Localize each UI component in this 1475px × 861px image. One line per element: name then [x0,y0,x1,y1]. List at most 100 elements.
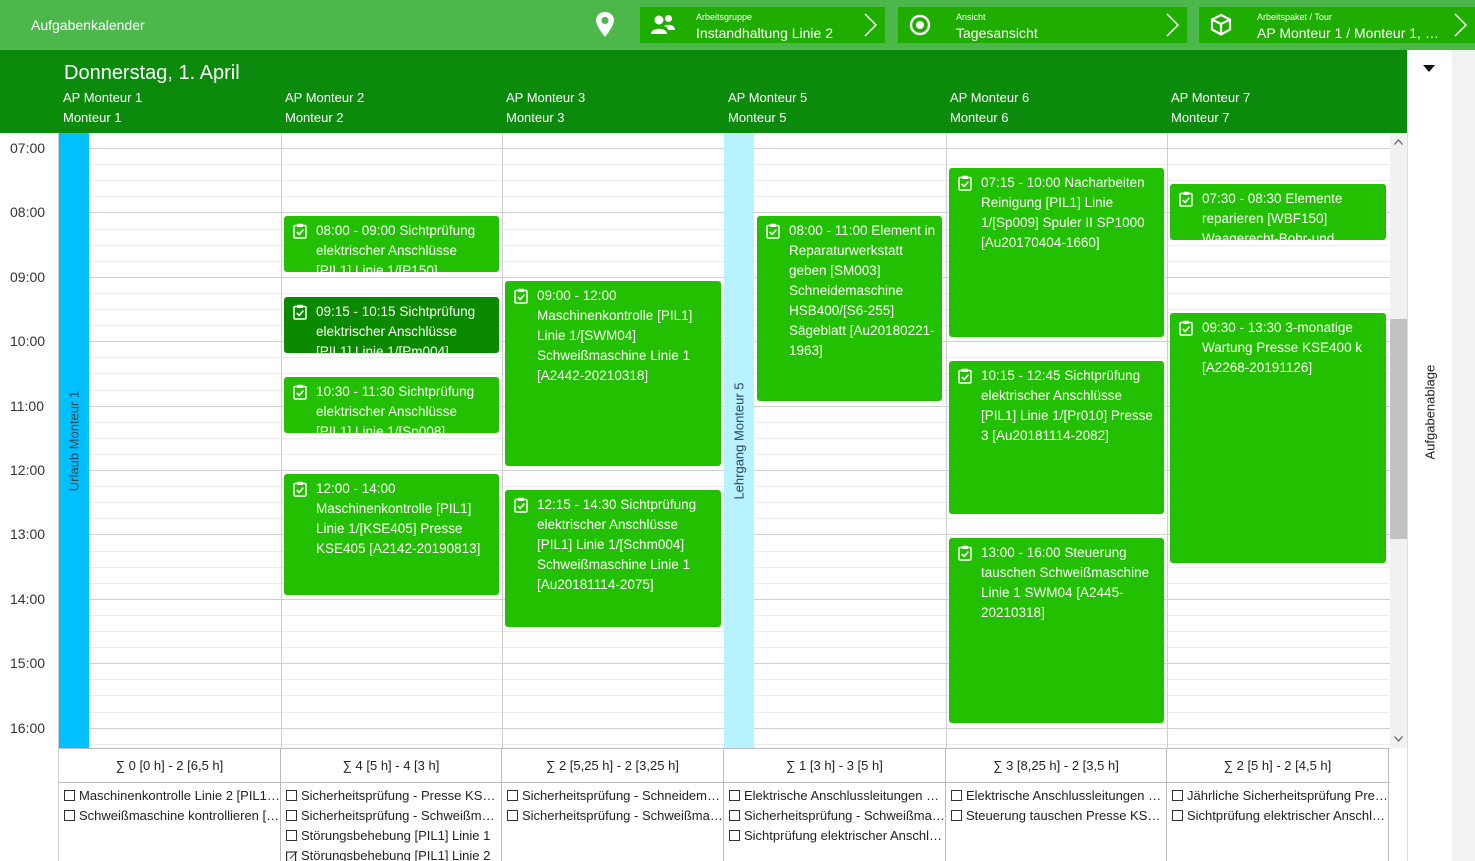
vacation-absence-bar[interactable]: Urlaub Monteur 1 [59,133,89,748]
column-worker-name: Monteur 2 [285,110,344,125]
appointment-text: 12:00 - 14:00 Maschinenkontrolle [PIL1] … [316,481,481,556]
task-checkbox[interactable] [729,810,740,821]
task-calendar-app: Aufgabenkalender Arbeitsgruppe Instandha… [0,0,1475,861]
clipboard-check-icon [293,481,307,497]
pool-task-label: Steuerung tauschen Presse KSE400 [966,808,1166,823]
task-checkbox[interactable] [507,790,518,801]
pool-task-item[interactable]: Sichtprüfung elektrischer Anschlüsse [729,826,945,846]
appointment-card[interactable]: 12:15 - 14:30 Sichtprüfung elektrischer … [505,490,721,627]
task-pool-row: Maschinenkontrolle Linie 2 [PIL1] Linie … [59,783,1390,861]
task-checkbox[interactable] [64,810,75,821]
view-selector[interactable]: Ansicht Tagesansicht [898,7,1187,43]
pool-task-item[interactable]: Steuerung tauschen Presse KSE400 [951,806,1166,826]
appointment-card[interactable]: 07:30 - 08:30 Elemente reparieren [WBF15… [1170,184,1386,240]
column-summary: ∑ 3 [8,25 h] - 2 [3,5 h] [946,749,1167,783]
pool-task-item[interactable]: Sicherheitsprüfung - Schneidemaschine [507,786,723,806]
time-label: 12:00 [10,462,46,478]
appointment-text: 10:30 - 11:30 Sichtprüfung elektrischer … [316,384,475,433]
absence-text-wrap: Lehrgang Monteur 5 [724,133,754,748]
column-worker-name: Monteur 6 [950,110,1009,125]
chevron-right-icon [1166,13,1180,37]
training-absence-bar[interactable]: Lehrgang Monteur 5 [724,133,754,748]
pool-task-item[interactable]: Elektrische Anschlussleitungen prüfen [951,786,1166,806]
scroll-down-icon[interactable] [1394,736,1403,742]
task-checkbox[interactable] [286,810,297,821]
view-value: Tagesansicht [956,25,1038,41]
work-package-selector[interactable]: Arbeitspaket / Tour AP Monteur 1 / Monte… [1199,7,1475,43]
appointment-text: 08:00 - 11:00 Element in Reparaturwerkst… [789,223,936,358]
task-checkbox[interactable] [1172,810,1183,821]
task-checkbox[interactable] [507,810,518,821]
calendar-grid[interactable]: Urlaub Monteur 1 08:00 - 09:00 Sichtprüfu… [59,133,1390,748]
task-checkbox[interactable] [286,830,297,841]
appointment-card[interactable]: 09:00 - 12:00 Maschinenkontrolle [PIL1] … [505,281,721,466]
pool-task-label: Störungsbehebung [PIL1] Linie 2 [301,848,491,861]
appointment-card[interactable]: 10:15 - 12:45 Sichtprüfung elektrischer … [949,361,1164,514]
task-checkbox[interactable] [951,790,962,801]
column-ap-name: AP Monteur 7 [1171,90,1251,105]
task-storage-panel[interactable]: Aufgabenablage [1407,50,1452,861]
column-header: AP Monteur 3 Monteur 3 [506,88,585,128]
caret-down-icon[interactable] [1423,65,1435,72]
pool-task-item[interactable]: Schweißmaschine kontrollieren [PIL1] Lin… [64,806,280,826]
column-ap-name: AP Monteur 3 [506,90,586,105]
scroll-up-icon[interactable] [1394,139,1403,145]
task-checkbox[interactable] [64,790,75,801]
clipboard-check-icon [958,368,972,384]
app-title: Aufgabenkalender [31,17,145,33]
work-package-value: AP Monteur 1 / Monteur 1, Monteur 2, Mon… [1257,25,1443,41]
work-group-caption: Arbeitsgruppe [696,12,753,22]
edit-icon[interactable] [286,850,298,861]
task-checkbox[interactable] [1172,790,1183,801]
appointment-text: 09:00 - 12:00 Maschinenkontrolle [PIL1] … [537,288,693,383]
day-header: Donnerstag, 1. April AP Monteur 1 Monteur… [0,50,1407,133]
task-pool-column: Jährliche Sicherheitsprüfung Presse Sicht… [1167,783,1389,861]
appointment-text: 10:15 - 12:45 Sichtprüfung elektrischer … [981,368,1153,443]
appointment-card[interactable]: 10:30 - 11:30 Sichtprüfung elektrischer … [284,377,499,433]
appointment-card[interactable]: 09:15 - 10:15 Sichtprüfung elektrischer … [284,297,499,353]
pool-task-label: Sichtprüfung elektrischer Anschlüsse [1187,808,1388,823]
pool-task-label: Sicherheitsprüfung - Schneidemaschine [522,788,723,803]
pool-task-label: Elektrische Anschlussleitungen prüfen [966,788,1166,803]
task-checkbox[interactable] [951,810,962,821]
scrollbar-thumb[interactable] [1390,319,1407,539]
outer-scrollbar-track [1452,50,1475,861]
column-header: AP Monteur 1 Monteur 1 [63,88,142,128]
column-worker-name: Monteur 5 [728,110,787,125]
pool-task-item[interactable]: Sicherheitsprüfung - Schweißmaschine [286,806,501,826]
task-storage-label: Aufgabenablage [1422,364,1438,460]
pool-task-item[interactable]: Störungsbehebung [PIL1] Linie 2 [286,846,501,861]
pool-task-item[interactable]: Störungsbehebung [PIL1] Linie 1 [286,826,501,846]
appointment-card[interactable]: 12:00 - 14:00 Maschinenkontrolle [PIL1] … [284,474,499,595]
clipboard-check-icon [1179,191,1193,207]
pool-task-item[interactable]: Maschinenkontrolle Linie 2 [PIL1] Linie … [64,786,280,806]
column-header: AP Monteur 6 Monteur 6 [950,88,1029,128]
column-header: AP Monteur 7 Monteur 7 [1171,88,1250,128]
absence-text-wrap: Urlaub Monteur 1 [59,133,89,748]
grid-scrollbar[interactable] [1390,133,1407,748]
column-summary: ∑ 2 [5,25 h] - 2 [3,25 h] [502,749,724,783]
pool-task-item[interactable]: Elektrische Anschlussleitungen prüfen [729,786,945,806]
task-checkbox[interactable] [729,830,740,841]
column-divider [281,133,282,748]
appointment-card[interactable]: 08:00 - 11:00 Element in Reparaturwerkst… [757,216,942,401]
view-caption: Ansicht [956,12,986,22]
task-pool-column: Sicherheitsprüfung - Schneidemaschine Sic… [502,783,724,861]
pool-task-item[interactable]: Jährliche Sicherheitsprüfung Presse [1172,786,1388,806]
appointment-text: 13:00 - 16:00 Steuerung tauschen Schweiß… [981,545,1150,620]
pool-task-item[interactable]: Sicherheitsprüfung - Presse KSE400 [286,786,501,806]
appointment-card[interactable]: 13:00 - 16:00 Steuerung tauschen Schweiß… [949,538,1164,723]
work-group-selector[interactable]: Arbeitsgruppe Instandhaltung Linie 2 [640,7,885,43]
clipboard-check-icon [293,223,307,239]
appointment-card[interactable]: 07:15 - 10:00 Nacharbeiten Reinigung [PI… [949,168,1164,337]
pool-task-item[interactable]: Sicherheitsprüfung - Schweißmaschine [507,806,723,826]
column-ap-name: AP Monteur 5 [728,90,808,105]
location-pin-icon[interactable] [593,10,617,40]
pool-task-item[interactable]: Sichtprüfung elektrischer Anschlüsse [1172,806,1388,826]
appointment-card[interactable]: 09:30 - 13:30 3-monatige Wartung Presse … [1170,313,1386,563]
pool-task-item[interactable]: Sicherheitsprüfung - Schweißmaschine [729,806,945,826]
task-checkbox[interactable] [729,790,740,801]
appointment-card[interactable]: 08:00 - 09:00 Sichtprüfung elektrischer … [284,216,499,272]
task-checkbox[interactable] [286,790,297,801]
column-summary: ∑ 4 [5 h] - 4 [3 h] [281,749,502,783]
